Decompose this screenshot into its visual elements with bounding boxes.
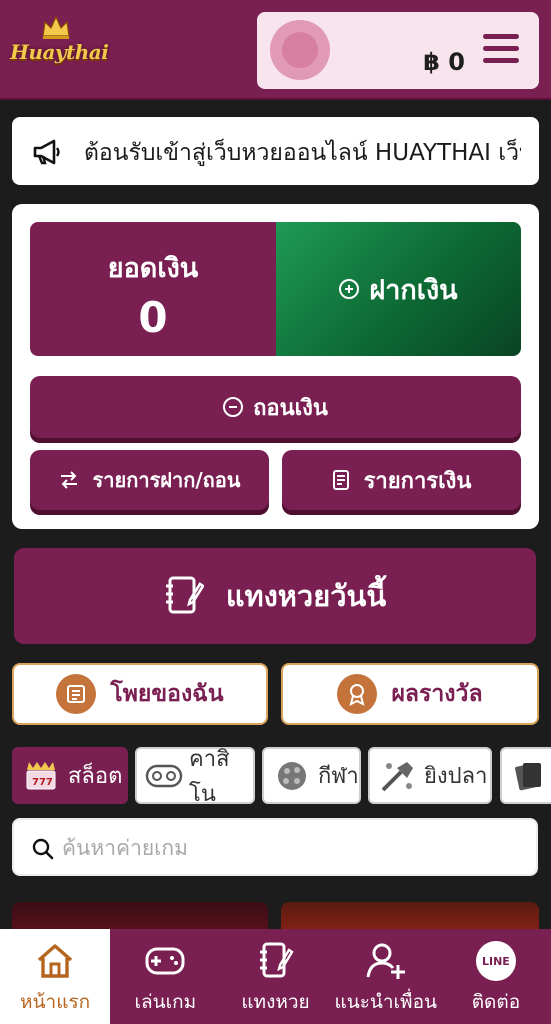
notebook-pen-icon [258,939,294,983]
nav-bet-lottery[interactable]: แทงหวย [220,929,330,1024]
category-label: กีฬา [318,764,359,789]
add-user-icon [365,939,407,983]
logo-text: Huaythai [10,40,109,64]
announcement-bar: ีต้อนรับเข้าสู่เว็บหวยออนไลน์ HUAYTHAI เ… [12,117,539,185]
announcement-text: ีต้อนรับเข้าสู่เว็บหวยออนไลน์ HUAYTHAI เ… [84,140,521,166]
nav-label: ติดต่อ [471,991,521,1013]
category-label: ยิงปลา [424,764,488,789]
category-tab-cards[interactable] [500,747,551,804]
plus-circle-icon [339,279,360,299]
user-icon [282,32,318,68]
megaphone-icon [33,139,60,165]
account-panel: ฿ 0 [257,12,539,89]
game-provider-search [12,818,538,876]
category-label: คาสิโน [189,746,230,807]
nav-play-games[interactable]: เล่นเกม [110,929,220,1024]
category-tab-casino[interactable]: คาสิโน [135,747,255,807]
notebook-pen-icon [165,576,204,614]
wallet-card: ยอดเงิน 0 ฝากเงิน ถอนเงิน รายการฝาก/ถอน … [12,204,539,529]
withdraw-label: ถอนเงิน [253,395,328,421]
receipt-icon [332,470,349,490]
svg-text:777: 777 [32,777,53,788]
bet-lottery-today-button[interactable]: แทงหวยวันนี้ [14,548,536,644]
search-input[interactable] [62,830,522,866]
line-icon: LINE [475,939,516,983]
logo[interactable]: Huaythai [10,10,109,88]
category-tab-sports[interactable]: กีฬา [262,747,361,804]
sports-ball-icon [272,756,312,796]
casino-chips-icon [145,756,183,796]
category-tab-slot[interactable]: 777 สล็อต [12,747,128,804]
crown-icon [42,15,70,39]
nav-label: แทงหวย [241,991,310,1013]
withdraw-button[interactable]: ถอนเงิน [30,376,521,438]
app-header: Huaythai ฿ 0 [0,0,551,100]
swap-arrows-icon [60,471,77,489]
gamepad-icon [144,939,186,983]
minus-circle-icon [223,397,244,417]
nav-label: เล่นเกม [134,991,197,1013]
slot-machine-icon: 777 [22,756,62,796]
search-icon [32,838,54,860]
ticket-list-icon [56,674,97,714]
my-tickets-label: โพยของฉัน [110,681,224,707]
results-label: ผลรางวัล [391,681,483,707]
app-page: Huaythai ฿ 0 ีต้อนรับเข้าสู่เว็บหวยออนไล… [0,0,551,1024]
nav-refer-friend[interactable]: แนะนำเพื่อน [331,929,441,1024]
award-ribbon-icon [337,674,378,714]
header-balance: ฿ 0 [423,48,465,76]
history-label: รายการฝาก/ถอน [92,468,241,492]
nav-contact[interactable]: LINE ติดต่อ [441,929,551,1024]
deposit-button[interactable]: ฝากเงิน [276,222,521,356]
nav-label: หน้าแรก [20,991,91,1013]
my-tickets-button[interactable]: โพยของฉัน [12,663,268,725]
results-button[interactable]: ผลรางวัล [281,663,539,725]
bet-today-label: แทงหวยวันนี้ [225,579,387,613]
statement-button[interactable]: รายการเงิน [282,450,521,510]
hamburger-menu-icon[interactable] [483,34,519,66]
avatar[interactable] [270,20,330,80]
nav-home[interactable]: หน้าแรก [0,929,111,1024]
cards-icon [510,756,545,796]
category-tab-fishing[interactable]: ยิงปลา [368,747,492,804]
statement-label: รายการเงิน [363,468,472,494]
deposit-withdraw-history-button[interactable]: รายการฝาก/ถอน [30,450,269,510]
category-label: สล็อต [68,764,123,789]
fishing-gun-icon [378,756,418,796]
deposit-label: ฝากเงิน [369,274,458,306]
nav-label: แนะนำเพื่อน [334,991,437,1013]
bottom-navigation: หน้าแรก เล่นเกม แทงหวย แนะนำเพื่อน LINE … [0,929,551,1024]
line-badge: LINE [475,941,516,981]
balance-label: ยอดเงิน [107,253,199,284]
balance-box: ยอดเงิน 0 [30,222,276,356]
balance-value: 0 [138,293,168,342]
home-icon [35,939,75,983]
